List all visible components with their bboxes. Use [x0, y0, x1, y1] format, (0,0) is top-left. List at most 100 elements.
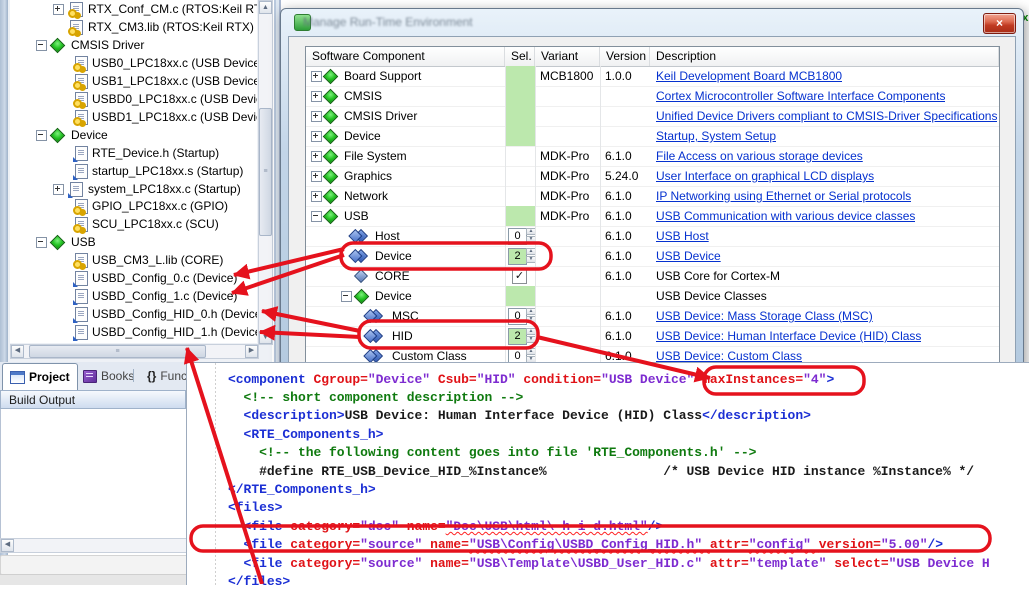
- component-table[interactable]: Software ComponentSel.VariantVersionDesc…: [305, 46, 1000, 372]
- collapse-icon[interactable]: [36, 237, 47, 248]
- table-row-device[interactable]: DeviceUSB Device Classes: [306, 286, 999, 307]
- xml-line-5: <!-- the following content goes into fil…: [228, 445, 756, 460]
- tree-item-usb0_lpc18xx.c[interactable]: USB0_LPC18xx.c (USB Device:U: [10, 54, 257, 72]
- instance-count-spinner[interactable]: 0: [508, 308, 527, 325]
- scroll-right-icon[interactable]: ▶: [245, 345, 258, 358]
- collapse-icon[interactable]: [36, 40, 47, 51]
- pdsc-xml-editor[interactable]: <component Cgroup="Device" Csub="HID" co…: [186, 362, 1029, 585]
- column-header-version[interactable]: Version: [600, 47, 650, 66]
- table-row-host[interactable]: Host0▲▼6.1.0USB Host: [306, 226, 999, 247]
- component-group-icon: [50, 235, 66, 251]
- tree-item-usbd_config_hid_1.h[interactable]: USBD_Config_HID_1.h (Device:: [10, 323, 257, 341]
- collapse-icon[interactable]: [341, 291, 352, 302]
- column-header-variant[interactable]: Variant: [535, 47, 600, 66]
- expand-icon[interactable]: [311, 91, 322, 102]
- tree-vertical-scrollbar[interactable]: ▲ ≡ ▼: [258, 0, 273, 345]
- expand-icon[interactable]: [53, 184, 64, 195]
- tree-item-usb_cm3_l.lib[interactable]: USB_CM3_L.lib (CORE): [10, 251, 257, 269]
- description-link[interactable]: User Interface on graphical LCD displays: [656, 166, 874, 186]
- description-link[interactable]: Cortex Microcontroller Software Interfac…: [656, 86, 945, 106]
- selection-checkbox[interactable]: ✓: [512, 269, 527, 284]
- tree-item-startup_lpc18xx.s[interactable]: startup_LPC18xx.s (Startup): [10, 162, 257, 180]
- description-link[interactable]: Keil Development Board MCB1800: [656, 66, 842, 86]
- xml-segment: >: [826, 372, 834, 387]
- expand-icon[interactable]: [311, 71, 322, 82]
- tree-item-usbd_config_0.c[interactable]: USBD_Config_0.c (Device): [10, 269, 257, 287]
- table-row-cmsis[interactable]: CMSISCortex Microcontroller Software Int…: [306, 86, 999, 107]
- table-row-device[interactable]: Device2▲▼6.1.0USB Device: [306, 246, 999, 267]
- build-output-scrollbar[interactable]: ◀: [0, 538, 188, 553]
- table-row-msc[interactable]: MSC0▲▼6.1.0USB Device: Mass Storage Clas…: [306, 306, 999, 327]
- table-row-hid[interactable]: HID2▲▼6.1.0USB Device: Human Interface D…: [306, 326, 999, 347]
- scroll-up-icon[interactable]: ▲: [259, 1, 272, 14]
- tab-books[interactable]: Books: [76, 364, 141, 388]
- tree-item-device[interactable]: Device: [10, 126, 257, 144]
- table-row-network[interactable]: NetworkMDK-Pro6.1.0IP Networking using E…: [306, 186, 999, 207]
- collapse-icon[interactable]: [311, 211, 322, 222]
- version-cell: 6.1.0: [605, 206, 632, 226]
- version-cell: 5.24.0: [605, 166, 638, 186]
- table-row-graphics[interactable]: GraphicsMDK-Pro5.24.0User Interface on g…: [306, 166, 999, 187]
- table-row-core[interactable]: CORE✓6.1.0USB Core for Cortex-M: [306, 266, 999, 287]
- tree-item-rtx_cm3.lib[interactable]: RTX_CM3.lib (RTOS:Keil RTX): [10, 18, 257, 36]
- expand-icon[interactable]: [311, 151, 322, 162]
- tree-item-usb1_lpc18xx.c[interactable]: USB1_LPC18xx.c (USB Device:U: [10, 72, 257, 90]
- xml-segment: [228, 390, 244, 405]
- project-tree[interactable]: RTX_Conf_CM.c (RTOS:Keil RTXRTX_CM3.lib …: [10, 0, 257, 343]
- xml-segment: name=: [430, 537, 469, 552]
- tree-horizontal-scrollbar[interactable]: ◀ ≡ ▶: [10, 344, 259, 359]
- tree-item-usbd_config_1.c[interactable]: USBD_Config_1.c (Device): [10, 287, 257, 305]
- tree-item-cmsis[interactable]: CMSIS Driver: [10, 36, 257, 54]
- collapse-icon[interactable]: [36, 130, 47, 141]
- component-group-icon: [323, 149, 339, 165]
- table-row-usb[interactable]: USBMDK-Pro6.1.0USB Communication with va…: [306, 206, 999, 227]
- tree-hscroll-thumb[interactable]: ≡: [29, 345, 206, 358]
- tree-item-gpio_lpc18xx.c[interactable]: GPIO_LPC18xx.c (GPIO): [10, 197, 257, 215]
- tree-item-rte_device.h[interactable]: RTE_Device.h (Startup): [10, 144, 257, 162]
- description-link[interactable]: USB Device: Mass Storage Class (MSC): [656, 306, 873, 326]
- description-link[interactable]: Unified Device Drivers compliant to CMSI…: [656, 106, 997, 126]
- tree-vscroll-thumb[interactable]: ≡: [259, 108, 272, 236]
- description-link[interactable]: Startup, System Setup: [656, 126, 776, 146]
- scroll-left-icon[interactable]: ◀: [11, 345, 24, 358]
- tree-item-system_lpc18xx.c[interactable]: system_LPC18xx.c (Startup): [10, 180, 257, 198]
- description-link[interactable]: USB Device: [656, 246, 721, 266]
- column-header-software-component[interactable]: Software Component: [306, 47, 505, 66]
- expand-icon[interactable]: [311, 171, 322, 182]
- description-link[interactable]: USB Device: Human Interface Device (HID)…: [656, 326, 921, 346]
- expand-icon[interactable]: [311, 131, 322, 142]
- tree-item-usbd1_lpc18xx.c[interactable]: USBD1_LPC18xx.c (USB Device:: [10, 108, 257, 126]
- build-output-content[interactable]: [0, 409, 187, 538]
- instance-count-spinner[interactable]: 2: [508, 248, 527, 265]
- expand-icon[interactable]: [311, 111, 322, 122]
- tree-item-rtx_conf_cm.c[interactable]: RTX_Conf_CM.c (RTOS:Keil RTX: [10, 0, 257, 18]
- xml-line-2: <!-- short component description -->: [228, 390, 523, 405]
- description-link[interactable]: IP Networking using Ethernet or Serial p…: [656, 186, 911, 206]
- table-row-board-support[interactable]: Board SupportMCB18001.0.0Keil Developmen…: [306, 66, 999, 87]
- tab-project[interactable]: Project: [2, 363, 78, 390]
- xml-segment: name=: [407, 519, 446, 534]
- xml-segment: <file: [244, 519, 291, 534]
- component-label: Graphics: [344, 166, 392, 186]
- scroll-down-icon[interactable]: ▼: [259, 331, 272, 344]
- column-header-description[interactable]: Description: [650, 47, 999, 66]
- table-row-cmsis-driver[interactable]: CMSIS DriverUnified Device Drivers compl…: [306, 106, 999, 127]
- description-link[interactable]: USB Host: [656, 226, 709, 246]
- tree-item-scu_lpc18xx.c[interactable]: SCU_LPC18xx.c (SCU): [10, 215, 257, 233]
- table-row-file-system[interactable]: File SystemMDK-Pro6.1.0File Access on va…: [306, 146, 999, 167]
- column-header-sel-[interactable]: Sel.: [505, 47, 535, 66]
- instance-count-spinner[interactable]: 0: [508, 228, 527, 245]
- scroll-left-icon[interactable]: ◀: [1, 539, 14, 552]
- expand-icon[interactable]: [53, 4, 64, 15]
- tree-item-usbd0_lpc18xx.c[interactable]: USBD0_LPC18xx.c (USB Device:: [10, 90, 257, 108]
- tree-item-usb[interactable]: USB: [10, 233, 257, 251]
- tree-item-usbd_config_hid_0.h[interactable]: USBD_Config_HID_0.h (Device:: [10, 305, 257, 323]
- expand-icon[interactable]: [311, 191, 322, 202]
- braces-icon: {}: [147, 369, 156, 383]
- close-button[interactable]: ×: [983, 13, 1016, 34]
- table-row-device[interactable]: DeviceStartup, System Setup: [306, 126, 999, 147]
- xml-segment: </description>: [702, 408, 811, 423]
- description-link[interactable]: File Access on various storage devices: [656, 146, 863, 166]
- instance-count-spinner[interactable]: 2: [508, 328, 527, 345]
- description-link[interactable]: USB Communication with various device cl…: [656, 206, 915, 226]
